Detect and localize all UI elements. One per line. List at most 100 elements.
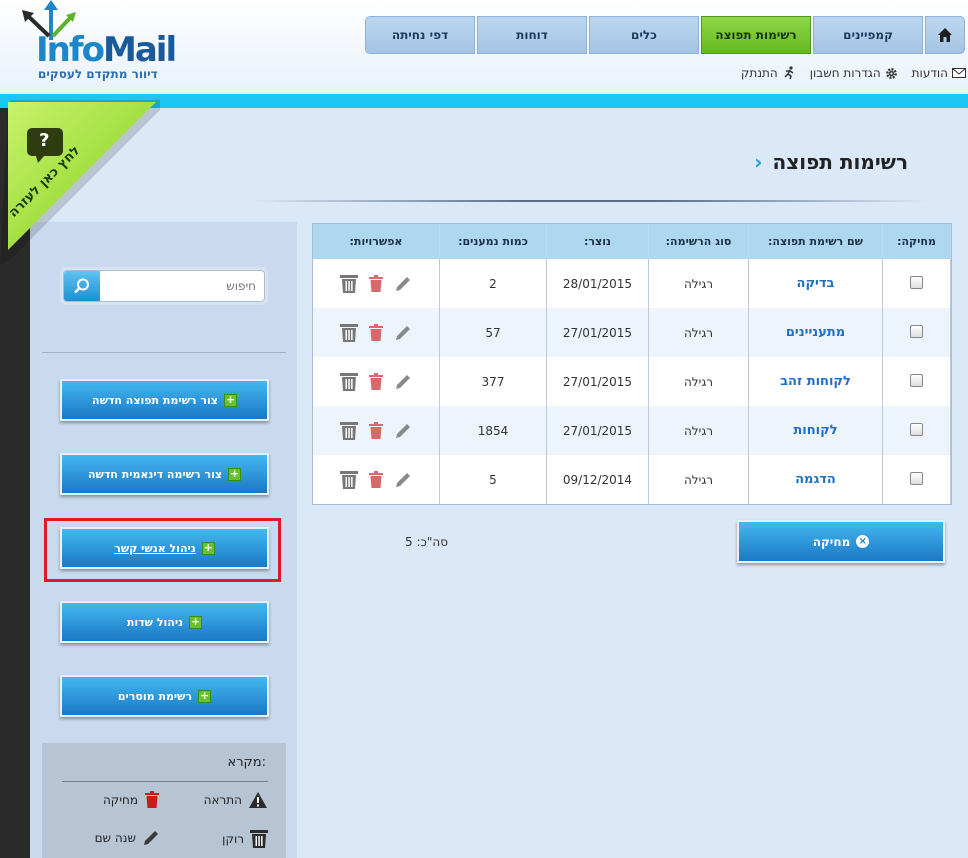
legend-delete-label: מחיקה xyxy=(102,793,138,807)
legend-rename-label: שנה שם xyxy=(94,831,136,845)
empty-bin-icon[interactable] xyxy=(340,323,358,343)
delete-selected-button[interactable]: × מחיקה xyxy=(737,520,945,563)
empty-bin-icon[interactable] xyxy=(340,274,358,294)
manage-contacts-label: ניהול אנשי קשר xyxy=(114,541,196,555)
list-count: 377 xyxy=(439,357,547,406)
pencil-icon[interactable] xyxy=(394,373,412,391)
list-created: 27/01/2015 xyxy=(546,308,649,357)
row-checkbox[interactable] xyxy=(910,324,923,338)
list-type: רגילה xyxy=(648,357,749,406)
pencil-icon[interactable] xyxy=(394,422,412,440)
pencil-icon xyxy=(144,831,158,845)
main-nav: קמפיינים רשימות תפוצה כלים דוחות דפי נחי… xyxy=(360,16,965,54)
plus-icon: + xyxy=(189,614,203,629)
legend-delete: מחיקה xyxy=(103,791,160,809)
logout-link[interactable]: התנתק xyxy=(741,66,796,80)
create-mailing-list-button[interactable]: + צור רשימת תפוצה חדשה xyxy=(60,379,269,421)
plus-icon: + xyxy=(201,540,215,555)
plus-icon: + xyxy=(228,466,242,481)
list-type: רגילה xyxy=(648,406,749,455)
table-row: לקוחות רגילה 27/01/2015 1854 xyxy=(313,406,951,455)
search-box xyxy=(60,267,268,305)
list-count: 57 xyxy=(439,308,547,357)
page-title: › רשימות תפוצה xyxy=(754,150,908,174)
trash-icon[interactable] xyxy=(368,323,384,342)
header-type[interactable]: סוג הרשימה: xyxy=(648,224,749,259)
utility-links: הודעות הגדרות חשבון התנתק xyxy=(741,66,966,80)
page-title-text: רשימות תפוצה xyxy=(772,150,908,174)
close-circle-icon: × xyxy=(856,535,870,548)
list-type: רגילה xyxy=(648,259,749,308)
manage-fields-button[interactable]: + ניהול שדות xyxy=(60,601,269,643)
table-row: בדיקה רגילה 28/01/2015 2 xyxy=(313,259,951,308)
row-checkbox[interactable] xyxy=(910,471,923,485)
pencil-icon[interactable] xyxy=(394,275,412,293)
account-settings-link[interactable]: הגדרות חשבון xyxy=(810,66,898,80)
table-row: מתעניינים רגילה 27/01/2015 57 xyxy=(313,308,951,357)
help-question-icon: ? xyxy=(39,130,50,151)
list-type: רגילה xyxy=(648,455,749,504)
legend: מקרא: התראה מחיקה רוקן שנה שם xyxy=(42,743,286,858)
create-dynamic-list-button[interactable]: + צור רשימה דינאמית חדשה xyxy=(60,453,269,495)
tab-home[interactable] xyxy=(925,16,965,54)
messages-label: הודעות xyxy=(911,66,948,80)
list-name-link[interactable]: לקוחות xyxy=(748,406,883,455)
pencil-icon[interactable] xyxy=(394,471,412,489)
search-icon xyxy=(74,278,89,294)
running-man-icon xyxy=(784,66,794,80)
list-name-link[interactable]: מתעניינים xyxy=(748,308,883,357)
list-name-link[interactable]: הדגמה xyxy=(748,455,883,504)
tab-campaigns[interactable]: קמפיינים xyxy=(813,16,923,54)
trash-icon[interactable] xyxy=(368,372,384,391)
header-name[interactable]: שם רשימת תפוצה: xyxy=(748,224,883,259)
legend-warning-label: התראה xyxy=(203,793,242,807)
legend-title: מקרא: xyxy=(227,755,266,770)
empty-bin-icon[interactable] xyxy=(340,470,358,490)
tab-reports[interactable]: דוחות xyxy=(477,16,587,54)
list-created: 27/01/2015 xyxy=(546,357,649,406)
list-type: רגילה xyxy=(648,308,749,357)
table-row: הדגמה רגילה 09/12/2014 5 xyxy=(313,455,951,504)
row-checkbox[interactable] xyxy=(910,422,923,436)
search-input[interactable] xyxy=(106,279,256,293)
header-count[interactable]: כמות נמענים: xyxy=(439,224,547,259)
tab-tools[interactable]: כלים xyxy=(589,16,699,54)
total-count: סה"כ: 5 xyxy=(405,535,448,549)
trash-icon[interactable] xyxy=(368,274,384,293)
create-mailing-list-label: צור רשימת תפוצה חדשה xyxy=(92,393,218,407)
empty-bin-icon[interactable] xyxy=(340,421,358,441)
mailing-lists-table: מחיקה: שם רשימת תפוצה: סוג הרשימה: נוצר:… xyxy=(312,223,952,505)
manage-contacts-button[interactable]: + ניהול אנשי קשר xyxy=(60,527,269,569)
title-divider xyxy=(250,200,930,202)
warning-icon xyxy=(249,792,267,808)
table-row: לקוחות זהב רגילה 27/01/2015 377 xyxy=(313,357,951,406)
pencil-icon[interactable] xyxy=(394,324,412,342)
messages-link[interactable]: הודעות xyxy=(912,66,966,80)
row-checkbox[interactable] xyxy=(910,373,923,387)
unsubscribers-list-button[interactable]: + רשימת מוסרים xyxy=(60,675,269,717)
empty-bin-icon[interactable] xyxy=(340,372,358,392)
tab-landing-pages[interactable]: דפי נחיתה xyxy=(365,16,475,54)
unsubscribers-list-label: רשימת מוסרים xyxy=(117,689,193,703)
legend-empty-label: רוקן xyxy=(222,832,244,846)
list-name-link[interactable]: בדיקה xyxy=(748,259,883,308)
envelope-icon xyxy=(952,68,966,78)
header-delete[interactable]: מחיקה: xyxy=(882,224,951,259)
row-checkbox[interactable] xyxy=(910,275,923,289)
tab-mailing-lists[interactable]: רשימות תפוצה xyxy=(701,16,811,54)
plus-icon: + xyxy=(223,392,237,407)
gear-icon xyxy=(885,67,897,79)
header-created[interactable]: נוצר: xyxy=(546,224,649,259)
trash-icon[interactable] xyxy=(368,421,384,440)
account-settings-label: הגדרות חשבון xyxy=(809,66,881,80)
trash-icon[interactable] xyxy=(368,470,384,489)
chevron-right-icon: › xyxy=(754,150,763,174)
help-ribbon[interactable]: ? לחץ כאן לעזרה xyxy=(0,100,160,265)
trash-icon xyxy=(145,791,159,808)
infomail-logo[interactable]: InfoMail דיוור מתקדם לעסקים xyxy=(14,0,177,86)
legend-warning: התראה xyxy=(204,791,268,809)
search-button[interactable] xyxy=(64,271,100,301)
legend-empty: רוקן xyxy=(222,829,268,849)
list-name-link[interactable]: לקוחות זהב xyxy=(748,357,883,406)
help-ribbon-graphic xyxy=(0,100,160,265)
